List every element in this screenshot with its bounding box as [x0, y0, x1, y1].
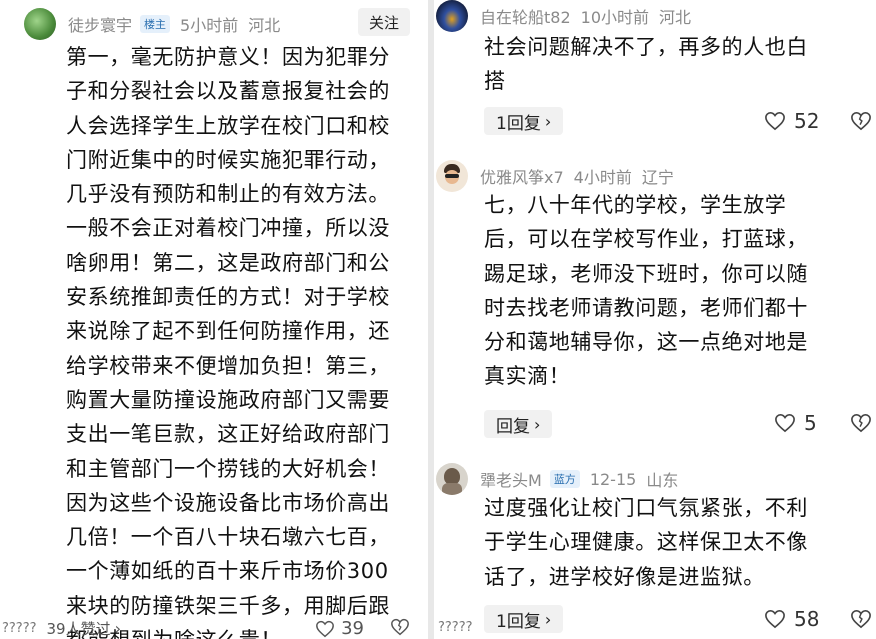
like-group[interactable]: 39 — [315, 618, 364, 639]
chevron-right-icon: › — [544, 111, 552, 131]
reply-button[interactable]: 回复 › — [484, 410, 553, 438]
location: 河北 — [659, 8, 692, 27]
like-count: 52 — [794, 109, 820, 133]
text-line: 几倍！一个百八十块石墩六七百， — [66, 525, 390, 550]
text-line: 安系统推卸责任的方式！对于学校 — [66, 285, 390, 310]
timestamp: 10小时前 — [580, 8, 650, 27]
text-line: 几乎没有预防和制止的有效方法。 — [66, 182, 390, 207]
heart-icon[interactable] — [764, 609, 786, 629]
reply-label: 回复 — [496, 416, 530, 437]
follow-button[interactable]: 关注 — [358, 8, 410, 36]
text-line: 分和蔼地辅导你，这一点绝对地是 — [484, 330, 808, 355]
location: 山东 — [646, 471, 679, 490]
text-line: 支出一笔巨款，这正好给政府部门 — [66, 422, 390, 447]
avatar[interactable] — [24, 8, 56, 40]
avatar[interactable] — [436, 160, 468, 192]
text-line: 搭 — [484, 69, 506, 94]
text-line: 购置大量防撞设施政府部门又需要 — [66, 387, 390, 412]
heart-icon[interactable] — [764, 111, 786, 131]
post-header: 徒步寰宇 楼主 5小时前 河北 — [24, 8, 280, 40]
like-count: 39 — [341, 618, 364, 639]
text-line: 第一，毫无防护意义！因为犯罪分 — [66, 45, 390, 69]
heart-icon[interactable] — [315, 620, 335, 638]
main-post-panel: 徒步寰宇 楼主 5小时前 河北 关注 第一，毫无防护意义！因为犯罪分 子和分裂社会… — [0, 0, 428, 639]
text-line: 啥卵用！第二，这是政府部门和公 — [66, 250, 390, 275]
host-badge: 楼主 — [140, 15, 171, 33]
text-line: 话了，进学校好像是进监狱。 — [484, 564, 765, 589]
like-count: 5 — [804, 411, 817, 435]
chevron-right-icon: › — [534, 414, 541, 434]
reply-button[interactable]: 1回复 › — [484, 605, 564, 633]
text-line: 后，可以在学校写作业，打蓝球， — [484, 227, 808, 252]
comment-body: 社会问题解决不了，再多的人也白搭 — [484, 30, 868, 99]
timestamp: 5小时前 — [180, 16, 239, 35]
side-badge: 蓝方 — [549, 470, 580, 488]
text-line: 因为这些个设施设备比市场价高出 — [66, 490, 390, 515]
username[interactable]: 自在轮船t82 — [480, 4, 571, 28]
username[interactable]: 犟老头M — [480, 467, 542, 491]
avatar[interactable] — [436, 0, 468, 32]
comment-body: 过度强化让校门口气氛紧张，不利 于学生心理健康。这样保卫太不像 话了，进学校好像是进… — [484, 491, 868, 594]
dislike-icon[interactable] — [850, 413, 872, 437]
reply-label: 1回复 — [496, 611, 541, 632]
avatar[interactable] — [436, 463, 468, 495]
location: 河北 — [248, 16, 281, 35]
text-line: 和主管部门一个捞钱的大好机会！ — [66, 456, 390, 481]
text-line: 于学生心理健康。这样保卫太不像 — [484, 530, 808, 555]
footer-prefix: ????? — [438, 620, 473, 635]
comments-panel: 自在轮船t82 10小时前 河北 社会问题解决不了，再多的人也白搭 1回复 › 5… — [434, 0, 876, 639]
text-line: 社会问题解决不了，再多的人也白 — [484, 35, 808, 59]
text-line: 一个薄如纸的百十来斤市场价300 — [66, 559, 389, 584]
text-line: 踢足球，老师没下班时，你可以随 — [484, 261, 808, 286]
location: 辽宁 — [641, 168, 674, 187]
heart-icon[interactable] — [774, 413, 796, 433]
like-group[interactable]: 52 — [764, 109, 819, 133]
dislike-icon[interactable] — [850, 111, 872, 135]
like-count: 58 — [794, 607, 820, 631]
like-group[interactable]: 58 — [764, 607, 819, 631]
timestamp: 12-15 — [589, 469, 637, 489]
reply-button[interactable]: 1回复 › — [484, 107, 564, 135]
text-line: 来说除了起不到任何防撞作用，还 — [66, 319, 390, 344]
timestamp: 4小时前 — [573, 168, 632, 187]
text-line: 过度强化让校门口气氛紧张，不利 — [484, 496, 808, 520]
dislike-icon[interactable] — [390, 618, 410, 639]
text-line: 人会选择学生上放学在校门口和校 — [66, 113, 390, 138]
text-line: 一般不会正对着校门冲撞，所以没 — [66, 216, 390, 241]
text-line: 时去找老师请教问题，老师们都十 — [484, 295, 808, 320]
comment-body: 七，八十年代的学校，学生放学 后，可以在学校写作业，打蓝球， 踢足球，老师没下班时，… — [484, 188, 868, 394]
post-footer: ????? 39人赞过 › 39 — [0, 618, 428, 639]
text-line: 子和分裂社会以及蓄意报复社会的 — [66, 79, 390, 104]
text-line: 门附近集中的时候实施犯罪行动， — [66, 147, 390, 172]
dislike-icon[interactable] — [850, 609, 872, 633]
text-line: 真实滴！ — [484, 364, 571, 389]
chevron-right-icon: › — [544, 609, 552, 629]
post-body: 第一，毫无防护意义！因为犯罪分 子和分裂社会以及蓄意报复社会的 人会选择学生上放学在… — [66, 40, 422, 639]
username[interactable]: 徒步寰宇 — [68, 12, 132, 36]
footer-prefix: ????? — [2, 621, 37, 636]
comment-header: 自在轮船t82 10小时前 河北 — [436, 0, 691, 32]
reply-label: 1回复 — [496, 113, 541, 134]
text-line: 七，八十年代的学校，学生放学 — [484, 193, 787, 217]
liked-by-count[interactable]: 39人赞过 — [47, 618, 111, 639]
text-line: 给学校带来不便增加负担！第三， — [66, 353, 390, 378]
username[interactable]: 优雅风筝x7 — [480, 164, 564, 188]
chevron-right-icon[interactable]: › — [115, 619, 121, 638]
like-group[interactable]: 5 — [774, 411, 817, 435]
